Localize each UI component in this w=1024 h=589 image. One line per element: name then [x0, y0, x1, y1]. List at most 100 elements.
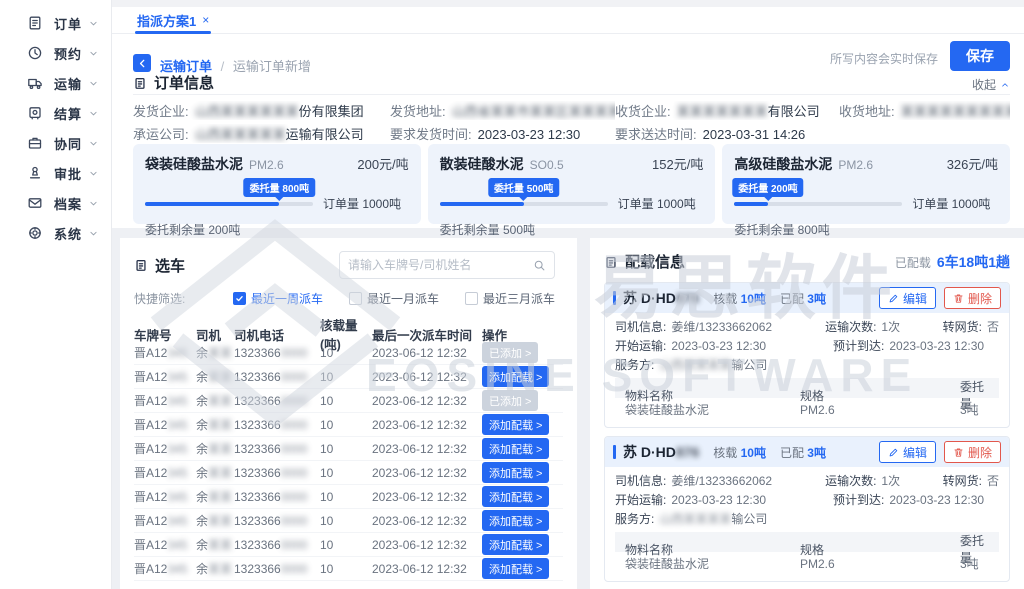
info-row: 开始运输:2023-03-23 12:30预计到达:2023-03-23 12:… [615, 337, 999, 356]
add-load-button[interactable]: 添加配载 > [482, 510, 549, 531]
collapse-toggle[interactable]: 收起 [972, 76, 1010, 93]
capacity-cell: 10 [320, 538, 372, 552]
checkbox-icon[interactable] [349, 292, 362, 305]
search-icon[interactable] [533, 259, 546, 272]
product-name: 高级硅酸盐水泥 [734, 154, 832, 174]
sidebar-item-label: 结算 [54, 104, 82, 123]
order-total-label: 订单量 1000吨 [618, 195, 696, 212]
driver-masked: 某某 [208, 514, 232, 528]
material-table: 物料名称规格委托量袋装硅酸盐水泥PM2.63吨 [615, 378, 999, 421]
driver-masked: 某某 [208, 490, 232, 504]
back-button[interactable] [133, 54, 151, 72]
add-load-button[interactable]: 添加配载 > [482, 414, 549, 435]
info-label: 司机信息: [615, 320, 666, 334]
load-summary: 已配载 6车18吨1趟 [895, 252, 1010, 272]
capacity-badge: 核载 10吨 [713, 444, 766, 461]
last-dispatch-cell: 2023-06-12 12:32 [372, 466, 482, 480]
table-row: 晋A12345余某某13233660000102023-06-12 12:32添… [134, 413, 563, 437]
plate-cell: 晋A12345 [134, 536, 196, 553]
top-strip [112, 0, 1024, 7]
plate-cell: 晋A12345 [134, 392, 196, 409]
material-column-header: 规格 [800, 541, 960, 558]
action-cell: 添加配载 > [482, 462, 563, 483]
vehicle-search-input[interactable] [348, 258, 533, 272]
sidebar-item-label: 运输 [54, 74, 82, 93]
product-name: 散装硅酸水泥 [440, 154, 524, 174]
info-value: 输公司 [731, 358, 767, 372]
edit-button[interactable]: 编辑 [879, 287, 936, 309]
progress-fill [145, 202, 279, 206]
sidebar-item-系统[interactable]: 系统 [0, 218, 111, 248]
save-button[interactable]: 保存 [950, 41, 1010, 71]
sidebar-item-档案[interactable]: 档案 [0, 188, 111, 218]
sidebar-item-结算[interactable]: 结算 [0, 98, 111, 128]
add-load-button[interactable]: 添加配载 > [482, 486, 549, 507]
driver-masked: 某某 [208, 418, 232, 432]
order-field: 承运公司:山西某某某某某运输有限公司 [133, 124, 390, 143]
info-label: 开始运输: [615, 493, 666, 507]
chevron-down-icon [88, 108, 99, 119]
delete-button[interactable]: 删除 [944, 441, 1001, 463]
truck-icon [27, 75, 43, 91]
phone-masked: 0000 [281, 370, 308, 384]
phone-masked: 0000 [281, 538, 308, 552]
filter-最近三月派车[interactable]: 最近三月派车 [465, 290, 555, 307]
sidebar-item-订单[interactable]: 订单 [0, 8, 111, 38]
capacity-cell: 10 [320, 562, 372, 576]
sidebar-list: 订单预约运输结算协同审批档案系统 [0, 8, 111, 248]
plate-masked: 876 [676, 444, 699, 460]
product-spec: PM2.6 [838, 158, 873, 172]
filter-label-text: 最近三月派车 [483, 290, 555, 307]
delete-button[interactable]: 删除 [944, 287, 1001, 309]
table-row: 晋A12345余某某13233660000102023-06-12 12:32已… [134, 341, 563, 365]
checkbox-icon[interactable] [233, 292, 246, 305]
filter-最近一周派车[interactable]: 最近一周派车 [233, 290, 323, 307]
material-table-header: 物料名称规格委托量 [615, 378, 999, 398]
sidebar-item-运输[interactable]: 运输 [0, 68, 111, 98]
sidebar-item-label: 系统 [54, 224, 82, 243]
sidebar-item-协同[interactable]: 协同 [0, 128, 111, 158]
add-load-button[interactable]: 添加配载 > [482, 438, 549, 459]
filter-最近一月派车[interactable]: 最近一月派车 [349, 290, 439, 307]
phone-cell: 13233660000 [234, 418, 320, 432]
tab-bar: 指派方案1 × [112, 7, 1024, 34]
last-dispatch-cell: 2023-06-12 12:32 [372, 562, 482, 576]
add-load-button[interactable]: 添加配载 > [482, 558, 549, 579]
sidebar-item-预约[interactable]: 预约 [0, 38, 111, 68]
material-cell: 3吨 [960, 401, 989, 418]
add-load-button[interactable]: 添加配载 > [482, 462, 549, 483]
plate-masked: 345 [167, 562, 187, 576]
product-spec: SO0.5 [530, 158, 564, 172]
chevron-up-icon [1000, 80, 1010, 90]
plate-masked: 876 [676, 290, 699, 306]
add-load-button[interactable]: 添加配载 > [482, 366, 549, 387]
tab-dispatch-plan[interactable]: 指派方案1 × [135, 7, 211, 33]
progress-track: 委托量 800吨 [145, 202, 313, 206]
add-load-button[interactable]: 添加配载 > [482, 534, 549, 555]
info-field: 服务方:山西某某某某输公司 [615, 356, 767, 375]
info-label: 运输次数: [825, 320, 876, 334]
chevron-down-icon [88, 78, 99, 89]
capacity-badge: 核载 10吨 [713, 290, 766, 307]
capacity-cell: 10 [320, 466, 372, 480]
material-table: 物料名称规格委托量袋装硅酸盐水泥PM2.63吨 [615, 532, 999, 575]
close-icon[interactable]: × [202, 13, 209, 27]
filter-label-text: 最近一周派车 [251, 290, 323, 307]
plate-cell: 晋A12345 [134, 344, 196, 361]
capacity-cell: 10 [320, 346, 372, 360]
product-card-header: 高级硅酸盐水泥PM2.6326元/吨 [722, 144, 1010, 174]
loaded-value: 3吨 [807, 446, 826, 460]
action-cell: 已添加 > [482, 342, 563, 363]
checkbox-icon[interactable] [465, 292, 478, 305]
info-label: 预计到达: [833, 493, 884, 507]
phone-masked: 0000 [281, 490, 308, 504]
clock-icon [27, 45, 43, 61]
sidebar-item-审批[interactable]: 审批 [0, 158, 111, 188]
phone-masked: 0000 [281, 514, 308, 528]
edit-button[interactable]: 编辑 [879, 441, 936, 463]
order-field: 发货地址:山西省某某市某某区某某某某某号 某某 [390, 101, 615, 120]
load-panel-title: 配载信息 [604, 251, 685, 272]
column-header: 操作 [482, 325, 563, 344]
action-cell: 添加配载 > [482, 414, 563, 435]
phone-cell: 13233660000 [234, 370, 320, 384]
